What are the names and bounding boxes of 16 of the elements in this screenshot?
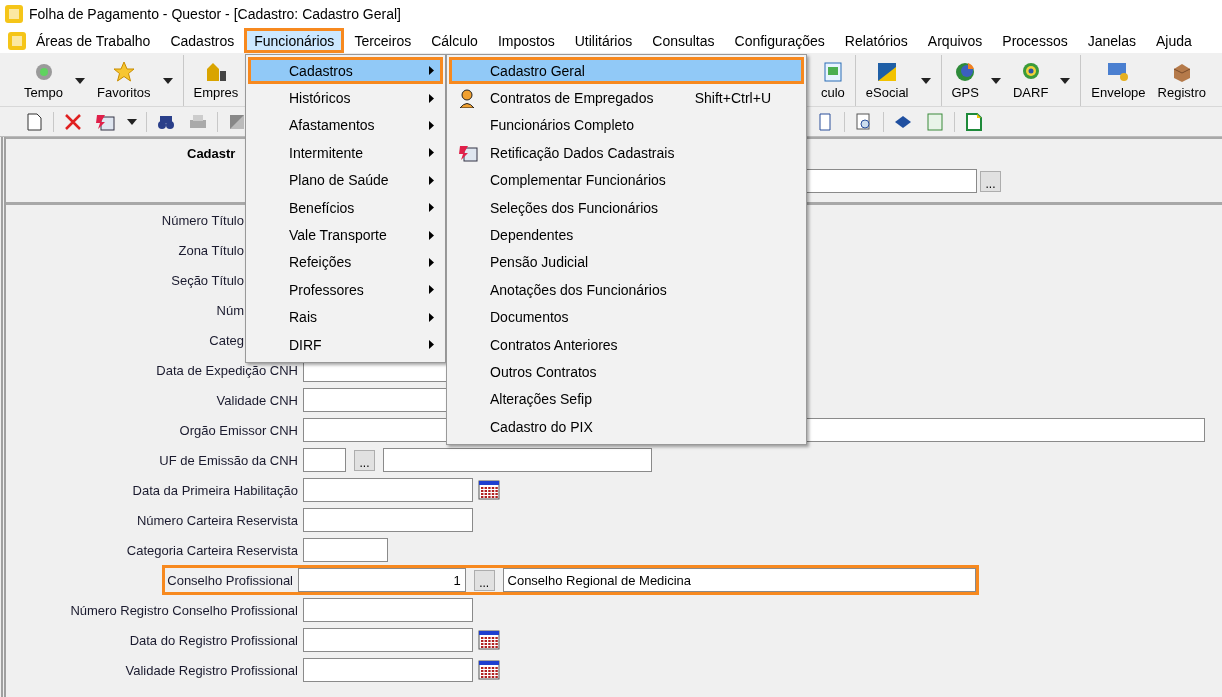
field-label: Número Carteira Reservista	[135, 512, 298, 528]
field-label: Data da Primeira Habilitação	[131, 482, 298, 498]
field-label: Data do Registro Profissional	[128, 632, 298, 648]
field-label: Zona Título	[177, 242, 245, 258]
field-label: Número Registro Conselho Profissional	[69, 602, 298, 618]
field-label: Validade Registro Profissional	[124, 662, 298, 678]
field-label: Validade CNH	[215, 392, 298, 408]
section-title: Cadastr	[187, 146, 236, 161]
field-label: UF de Emissão da CNH	[158, 452, 298, 468]
field-label: Orgão Emissor CNH	[178, 422, 298, 438]
field-label: Data de Expedição CNH	[155, 362, 298, 378]
field-label: Número Título	[160, 212, 245, 228]
field-label: Seção Título	[170, 272, 245, 288]
field-label: Conselho Profissional	[166, 572, 293, 588]
window-title: Folha de Pagamento - Questor - [Cadastro: Cadastro Geral]	[29, 6, 401, 22]
field-label: Categoria Carteira Reservista	[125, 542, 298, 558]
